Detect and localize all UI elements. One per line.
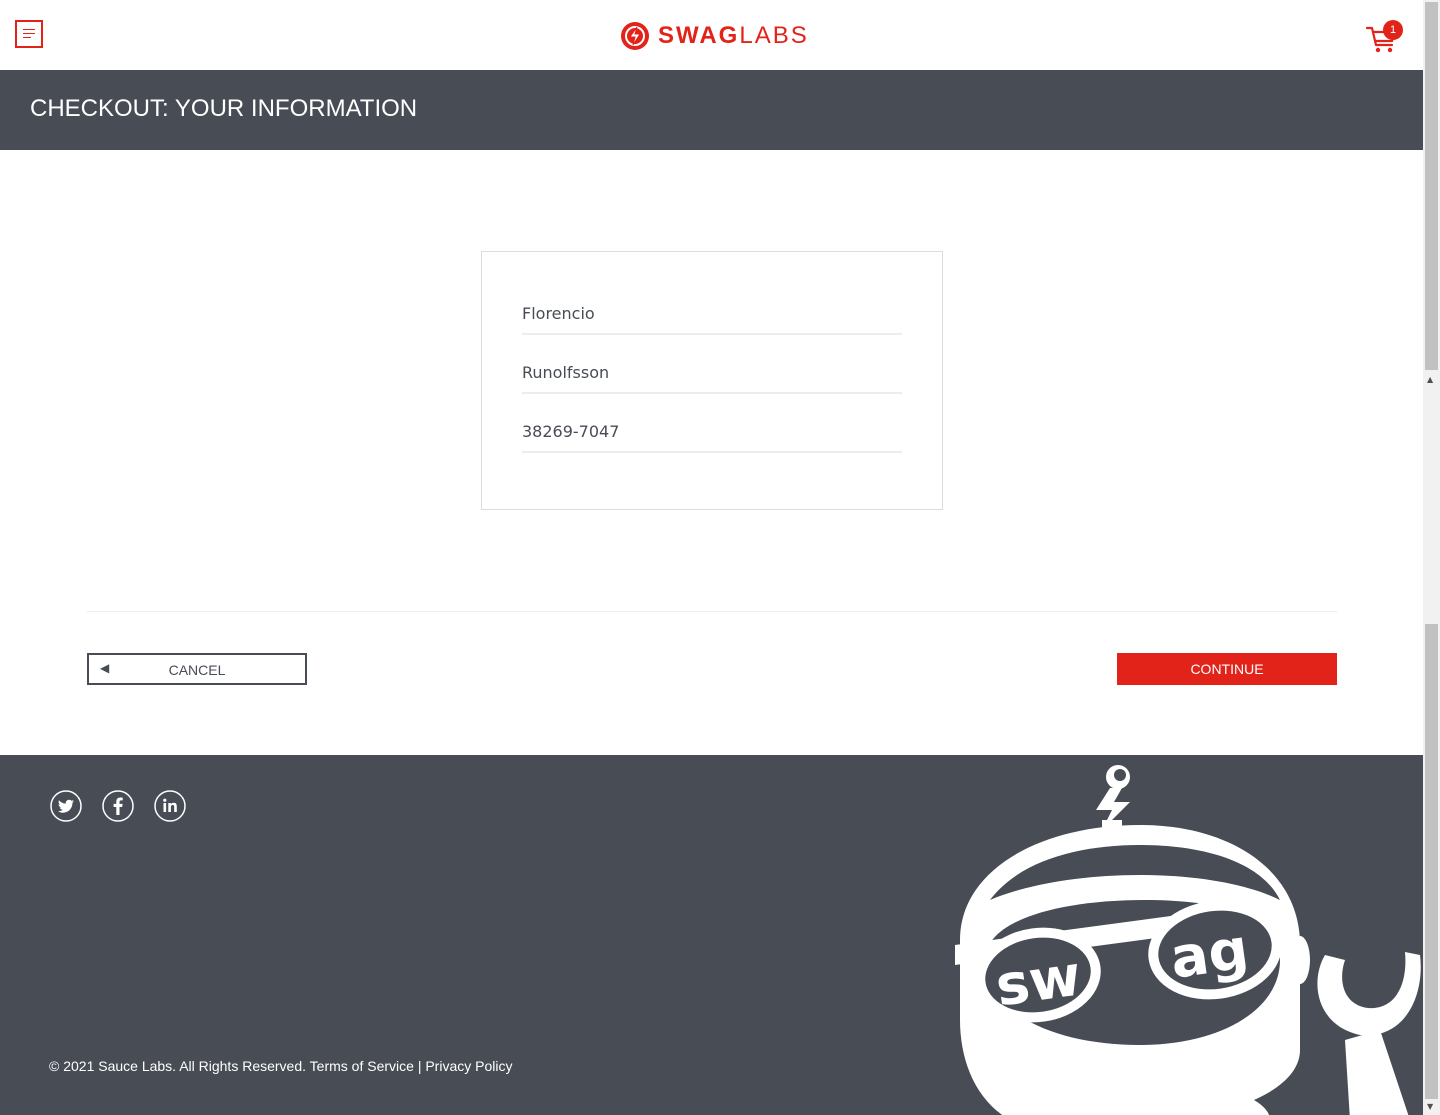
menu-line <box>23 29 35 30</box>
twitter-icon[interactable] <box>50 790 82 822</box>
terms-of-service-link[interactable]: Terms of Service <box>310 1058 414 1074</box>
mascot-text-right: ag <box>1166 917 1252 992</box>
footer-separator: | <box>417 1058 422 1074</box>
first-name-input[interactable] <box>522 293 902 333</box>
scroll-thumb[interactable] <box>1425 624 1438 1099</box>
last-name-field <box>522 352 902 394</box>
continue-button[interactable]: CONTINUE <box>1117 653 1337 685</box>
copyright-text: © 2021 Sauce Labs. All Rights Reserved. … <box>49 1058 512 1074</box>
page: SWAGLABS 1 CHECKOUT: YOUR INFORMATION ◀ … <box>0 0 1423 1115</box>
cancel-label: CANCEL <box>168 662 226 678</box>
swag-labs-logo: SWAGLABS <box>620 21 809 51</box>
scroll-down-arrow-icon[interactable]: ▼ <box>1427 1103 1433 1111</box>
linkedin-icon[interactable] <box>154 790 186 822</box>
menu-line <box>23 37 31 38</box>
logo-text: SWAGLABS <box>658 22 809 49</box>
cart-badge: 1 <box>1383 20 1403 40</box>
cancel-button[interactable]: ◀ CANCEL <box>87 653 307 685</box>
postal-code-input[interactable] <box>522 411 902 451</box>
first-name-field <box>522 293 902 335</box>
footer: © 2021 Sauce Labs. All Rights Reserved. … <box>0 755 1423 1115</box>
facebook-icon[interactable] <box>102 790 134 822</box>
postal-code-field <box>522 411 902 453</box>
divider <box>87 611 1337 612</box>
scroll-up-arrow-icon[interactable]: ▲ <box>1427 376 1433 384</box>
scrollbar[interactable]: ▲ ▼ <box>1423 0 1440 1115</box>
page-title: CHECKOUT: YOUR INFORMATION <box>30 95 418 122</box>
last-name-input[interactable] <box>522 352 902 392</box>
scroll-thumb-top[interactable] <box>1425 2 1438 370</box>
privacy-policy-link[interactable]: Privacy Policy <box>425 1058 512 1074</box>
top-bar: SWAGLABS 1 <box>0 0 1423 70</box>
copyright-label: © 2021 Sauce Labs. All Rights Reserved. <box>49 1058 307 1074</box>
menu-button[interactable] <box>15 20 43 48</box>
continue-label: CONTINUE <box>1190 661 1264 677</box>
mascot-text-left: sw <box>992 943 1085 1019</box>
swag-logo-icon <box>621 22 649 50</box>
swag-bot-mascot-icon: sw ag <box>955 765 1421 1115</box>
menu-line <box>23 33 35 34</box>
